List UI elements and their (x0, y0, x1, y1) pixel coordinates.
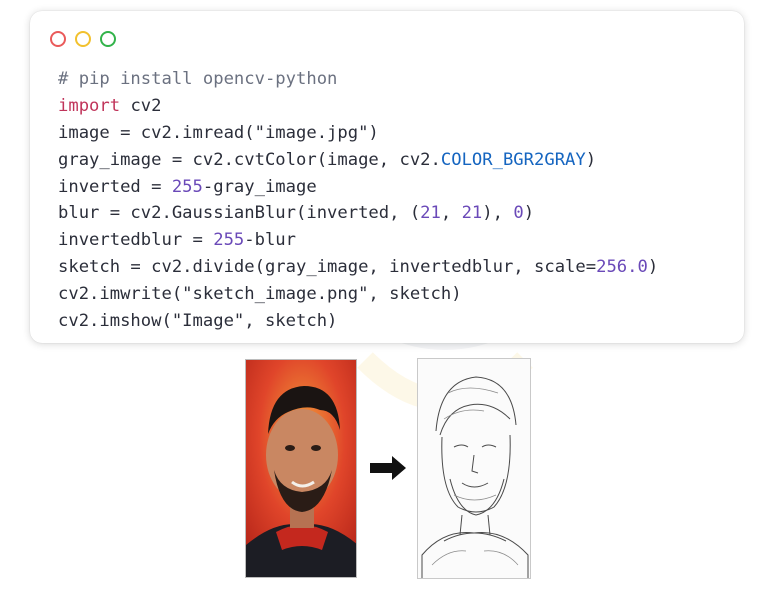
code-token: , (440, 203, 462, 224)
sketch-result (417, 358, 531, 579)
code-line: inverted = 255-gray_image (58, 174, 658, 201)
code-token: invertedblur = (58, 230, 214, 251)
code-token: cv2 (120, 95, 162, 116)
code-token: inverted = (58, 176, 172, 197)
code-token: import (58, 95, 121, 116)
code-token: ) (647, 257, 659, 278)
window-controls (50, 31, 116, 49)
code-line: blur = cv2.GaussianBlur(inverted, (21, 2… (58, 200, 658, 227)
code-line: invertedblur = 255-blur (58, 227, 658, 254)
sketch-image (418, 359, 530, 578)
code-token: # pip install opencv-python (58, 69, 338, 89)
code-token: -blur (244, 230, 297, 251)
code-token: COLOR_BGR2GRAY (440, 149, 586, 170)
code-block: # pip install opencv-python import cv2 ima… (58, 66, 658, 335)
code-line: import cv2 (58, 93, 658, 120)
code-token: cv2.imshow("Image", sketch) (58, 311, 338, 332)
code-line: cv2.imwrite("sketch_image.png", sketch) (58, 281, 658, 308)
code-token: cv2.imwrite("sketch_image.png", sketch) (58, 284, 462, 305)
code-line: image = cv2.imread("image.jpg") (58, 120, 658, 147)
code-token: 255 (213, 230, 245, 251)
maximize-button[interactable] (100, 31, 116, 47)
code-token: 0 (513, 203, 524, 224)
code-window: # pip install opencv-python import cv2 ima… (30, 11, 744, 343)
minimize-button[interactable] (75, 31, 91, 47)
close-button[interactable] (50, 31, 66, 47)
code-token: 256.0 (596, 257, 648, 278)
code-token: 21 (461, 203, 483, 224)
code-token: ) (585, 149, 597, 170)
code-line: sketch = cv2.divide(gray_image, inverted… (58, 254, 658, 281)
code-token: ), (482, 203, 514, 224)
right-arrow-icon (370, 456, 406, 480)
code-line: gray_image = cv2.cvtColor(image, cv2.COL… (58, 147, 658, 174)
portrait-image (246, 360, 356, 577)
code-token: -gray_image (202, 176, 317, 197)
original-photo (245, 359, 357, 578)
screenshot-stage: # pip install opencv-python import cv2 ima… (0, 0, 776, 593)
code-line: # pip install opencv-python (58, 66, 658, 93)
code-token: ) (523, 203, 535, 224)
code-token: blur = cv2.GaussianBlur(inverted, ( (58, 203, 421, 224)
code-token: 21 (420, 203, 441, 224)
code-token: 255 (171, 176, 203, 197)
code-token: gray_image = cv2.cvtColor(image, cv2. (58, 149, 441, 170)
code-token: image = cv2.imread("image.jpg") (58, 122, 379, 143)
code-token: sketch = cv2.divide(gray_image, inverted… (58, 257, 597, 278)
code-line: cv2.imshow("Image", sketch) (58, 308, 658, 335)
